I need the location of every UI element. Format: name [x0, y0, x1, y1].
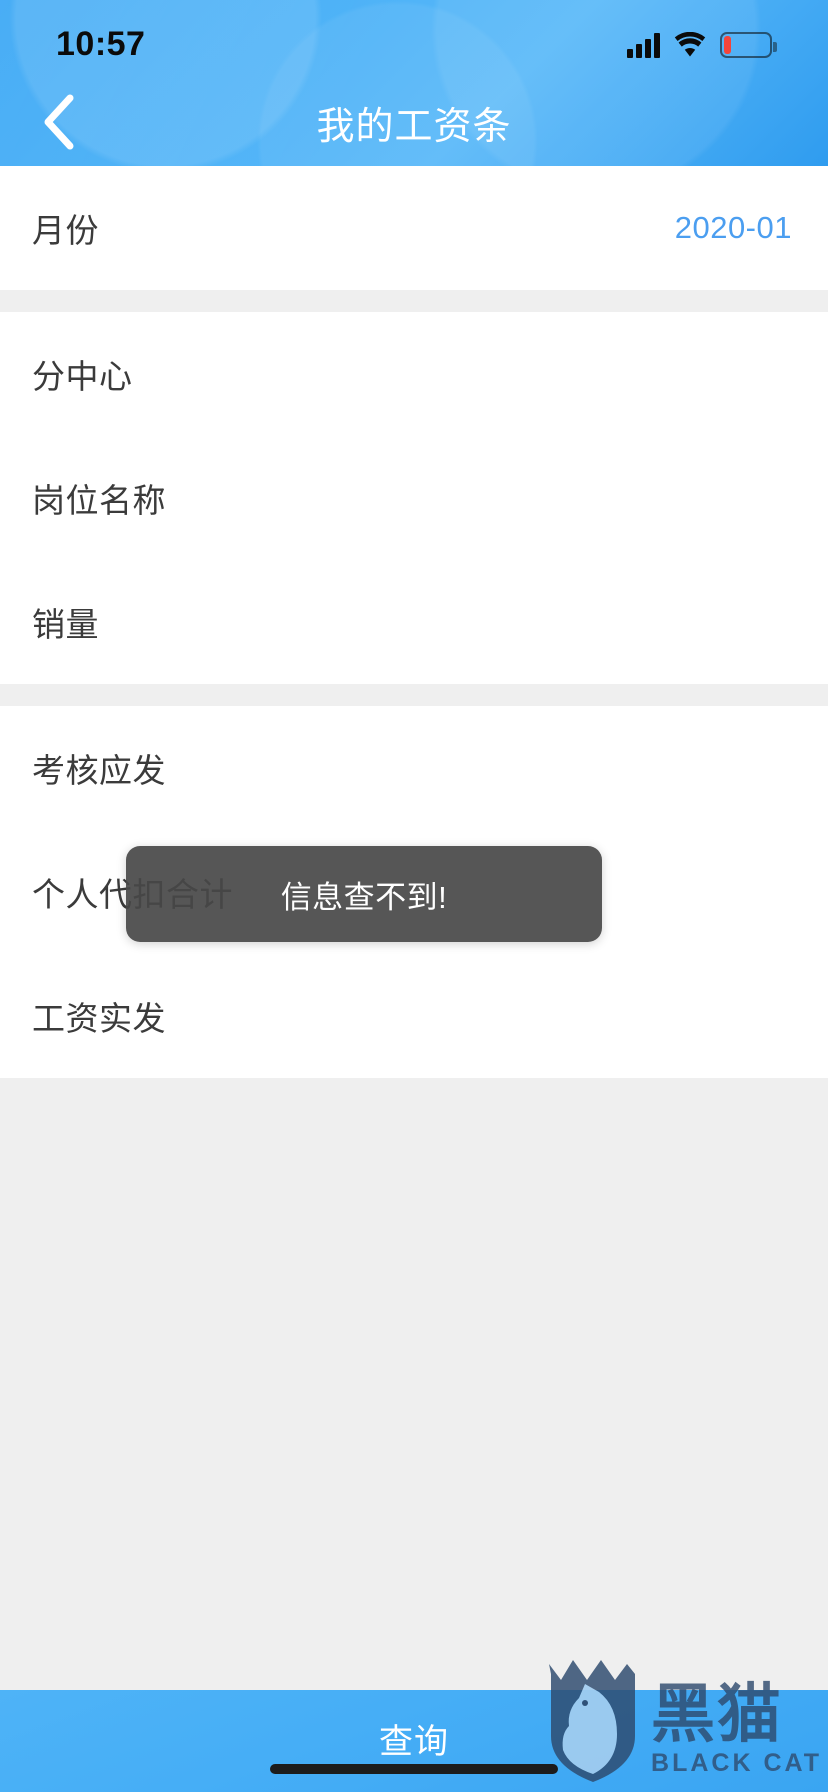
status-indicators: [627, 20, 777, 58]
form-row-assessment-payable: 考核应发: [0, 706, 828, 830]
toast-text: 信息查不到!: [280, 879, 448, 915]
form-row-month[interactable]: 月份 2020-01: [0, 166, 828, 290]
status-bar: 10:57: [0, 0, 828, 78]
form-row-label: 月份: [32, 212, 99, 249]
form-row-net-salary: 工资实发: [0, 954, 828, 1078]
form-row-label: 工资实发: [32, 1000, 166, 1037]
home-indicator[interactable]: [270, 1764, 558, 1774]
form-row-sales-volume: 销量: [0, 560, 828, 684]
form-content: 月份 2020-01 分中心 岗位名称 销量 考核应发 工资实发: [0, 166, 828, 1792]
battery-level-fill: [724, 36, 731, 54]
form-section-info: 分中心 岗位名称 销量: [0, 312, 828, 684]
battery-low-icon: [720, 32, 777, 58]
page-header: 10:57 我的工资条: [0, 0, 828, 166]
form-row-label: 销量: [32, 606, 99, 643]
form-section-month: 月份 2020-01: [0, 166, 828, 290]
query-button-label: 查询: [379, 1723, 449, 1761]
form-row-job-title: 岗位名称: [0, 436, 828, 560]
form-row-label: 分中心: [32, 358, 133, 395]
form-row-value-month[interactable]: 2020-01: [675, 210, 792, 246]
back-button[interactable]: [22, 84, 98, 160]
signal-bars-icon: [627, 32, 660, 58]
form-row-label: 岗位名称: [32, 482, 166, 519]
wifi-icon: [674, 32, 706, 57]
form-row-branch-center: 分中心: [0, 312, 828, 436]
status-time: 10:57: [56, 24, 146, 63]
section-divider: [0, 684, 828, 706]
chevron-left-icon: [44, 94, 74, 150]
form-row-label: 考核应发: [32, 752, 166, 789]
page-title: 我的工资条: [316, 105, 512, 148]
toast-message: 信息查不到!: [126, 846, 602, 942]
navigation-bar: 我的工资条: [0, 78, 828, 166]
section-divider: [0, 290, 828, 312]
query-button[interactable]: 查询: [0, 1690, 828, 1792]
app-screen: 10:57 我的工资条 月份 2020-01 分中心 岗位名称 销量 考核应发 …: [0, 0, 828, 1792]
